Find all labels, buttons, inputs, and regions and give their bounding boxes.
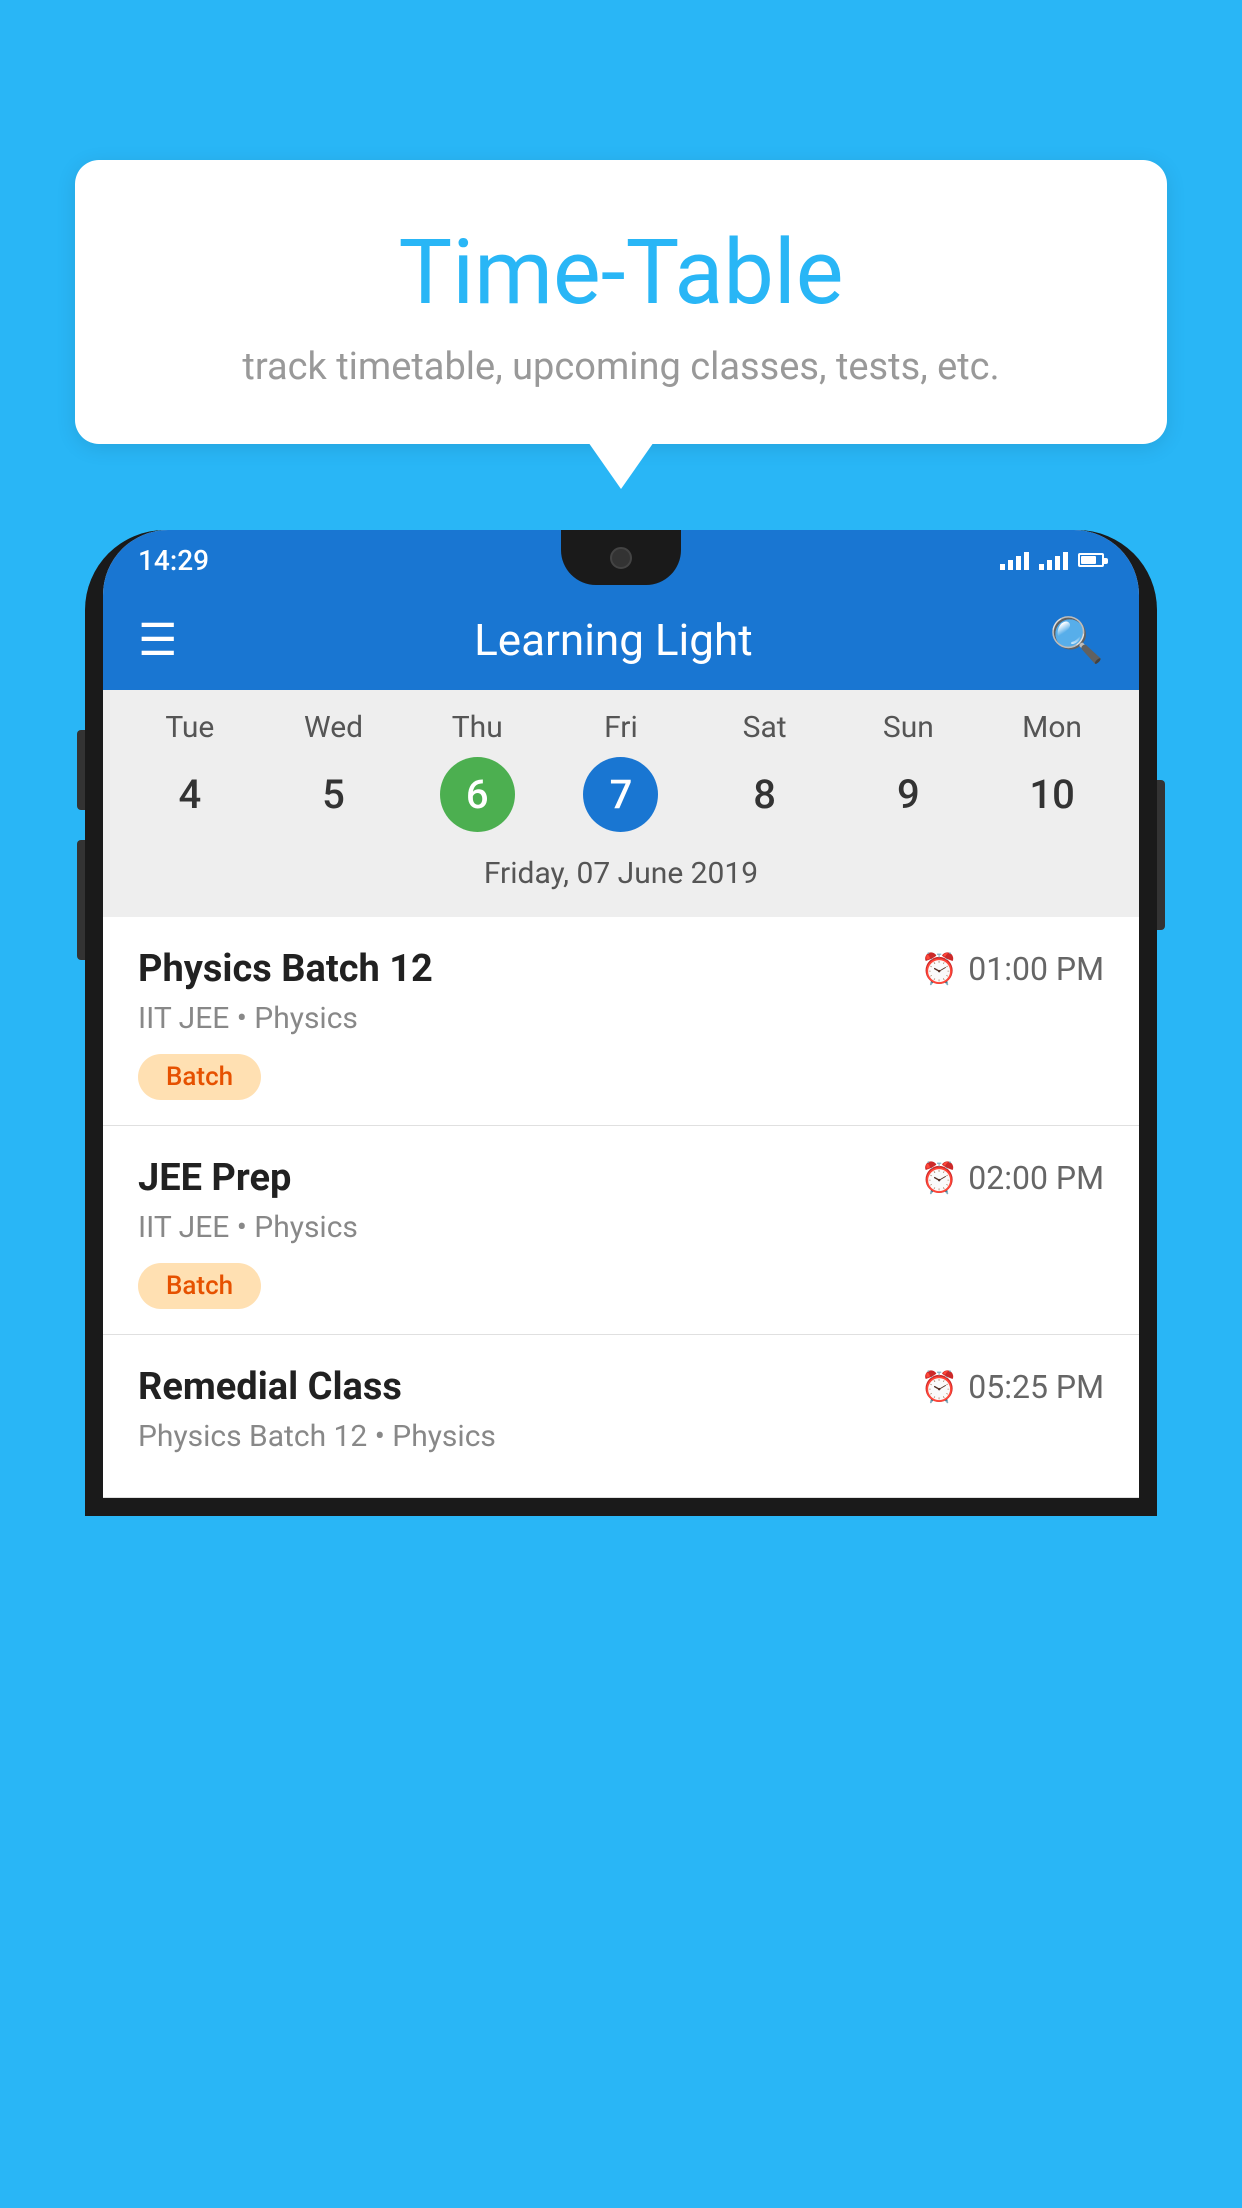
phone-side-button-3: [1157, 780, 1165, 930]
day-wed[interactable]: Wed 5: [269, 710, 399, 832]
day-sun[interactable]: Sun 9: [843, 710, 973, 832]
schedule-list: Physics Batch 12 ⏰ 01:00 PM IIT JEE • Ph…: [103, 917, 1139, 1498]
day-name-sun: Sun: [883, 710, 934, 745]
status-time: 14:29: [138, 544, 209, 577]
phone-notch: [561, 530, 681, 585]
schedule-item-1-title: Physics Batch 12: [138, 947, 433, 991]
day-name-fri: Fri: [604, 710, 638, 745]
day-fri[interactable]: Fri 7: [556, 710, 686, 832]
day-num-tue: 4: [152, 757, 227, 832]
app-subtitle: track timetable, upcoming classes, tests…: [125, 345, 1117, 389]
mobile-signal-icon: [1039, 550, 1068, 570]
speech-bubble-container: Time-Table track timetable, upcoming cla…: [75, 160, 1167, 444]
status-icons: [1000, 550, 1104, 570]
schedule-item-3-header: Remedial Class ⏰ 05:25 PM: [138, 1365, 1104, 1409]
schedule-item-3-time: ⏰ 05:25 PM: [921, 1368, 1104, 1406]
schedule-item-3-subtitle: Physics Batch 12 • Physics: [138, 1419, 1104, 1454]
phone-mockup: 14:29: [85, 530, 1157, 2208]
app-bar-title: Learning Light: [474, 614, 753, 666]
day-num-wed: 5: [296, 757, 371, 832]
day-mon[interactable]: Mon 10: [987, 710, 1117, 832]
signal-icon: [1000, 550, 1029, 570]
schedule-item-2-subtitle: IIT JEE • Physics: [138, 1210, 1104, 1245]
search-icon[interactable]: 🔍: [1049, 614, 1104, 666]
day-num-mon: 10: [1015, 757, 1090, 832]
schedule-item-2-header: JEE Prep ⏰ 02:00 PM: [138, 1156, 1104, 1200]
clock-icon-1: ⏰: [921, 952, 958, 987]
day-num-thu: 6: [440, 757, 515, 832]
day-num-sat: 8: [727, 757, 802, 832]
days-row: Tue 4 Wed 5 Thu 6 Fri 7: [103, 710, 1139, 832]
phone-side-button-1: [77, 730, 85, 810]
schedule-item-2-title: JEE Prep: [138, 1156, 291, 1200]
app-bar: ☰ Learning Light 🔍: [103, 590, 1139, 690]
schedule-item-3[interactable]: Remedial Class ⏰ 05:25 PM Physics Batch …: [103, 1335, 1139, 1498]
day-num-fri: 7: [583, 757, 658, 832]
selected-date-label: Friday, 07 June 2019: [103, 842, 1139, 907]
phone-screen: 14:29: [103, 530, 1139, 1498]
clock-icon-2: ⏰: [921, 1161, 958, 1196]
batch-badge-2: Batch: [138, 1263, 261, 1309]
hamburger-menu-icon[interactable]: ☰: [138, 614, 177, 666]
phone-side-button-2: [77, 840, 85, 960]
status-bar: 14:29: [103, 530, 1139, 590]
day-name-thu: Thu: [452, 710, 503, 745]
schedule-item-1-time: ⏰ 01:00 PM: [921, 950, 1104, 988]
speech-bubble: Time-Table track timetable, upcoming cla…: [75, 160, 1167, 444]
front-camera: [610, 547, 632, 569]
phone-frame: 14:29: [85, 530, 1157, 1516]
schedule-item-1-subtitle: IIT JEE • Physics: [138, 1001, 1104, 1036]
day-name-wed: Wed: [304, 710, 363, 745]
day-thu[interactable]: Thu 6: [412, 710, 542, 832]
day-sat[interactable]: Sat 8: [700, 710, 830, 832]
batch-badge-1: Batch: [138, 1054, 261, 1100]
day-name-mon: Mon: [1022, 710, 1082, 745]
calendar-strip: Tue 4 Wed 5 Thu 6 Fri 7: [103, 690, 1139, 917]
battery-icon: [1078, 553, 1104, 567]
app-title: Time-Table: [125, 220, 1117, 325]
schedule-item-3-title: Remedial Class: [138, 1365, 402, 1409]
schedule-item-2[interactable]: JEE Prep ⏰ 02:00 PM IIT JEE • Physics Ba…: [103, 1126, 1139, 1335]
day-name-sat: Sat: [743, 710, 787, 745]
schedule-item-1-header: Physics Batch 12 ⏰ 01:00 PM: [138, 947, 1104, 991]
day-num-sun: 9: [871, 757, 946, 832]
clock-icon-3: ⏰: [921, 1370, 958, 1405]
day-tue[interactable]: Tue 4: [125, 710, 255, 832]
schedule-item-2-time: ⏰ 02:00 PM: [921, 1159, 1104, 1197]
day-name-tue: Tue: [165, 710, 214, 745]
schedule-item-1[interactable]: Physics Batch 12 ⏰ 01:00 PM IIT JEE • Ph…: [103, 917, 1139, 1126]
